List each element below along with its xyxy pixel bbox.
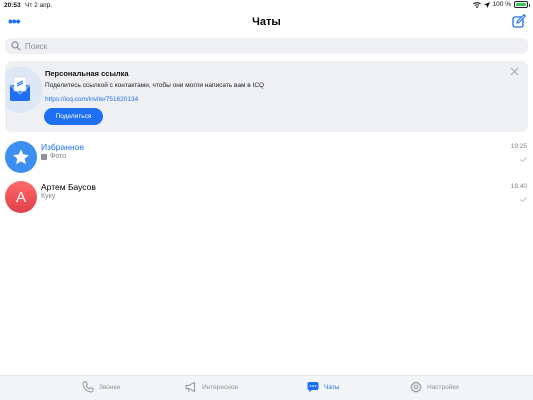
chat-preview: Фото [41,153,66,160]
close-icon[interactable] [510,67,519,76]
page-title: Чаты [252,16,281,28]
read-check-icon [520,157,527,162]
avatar: А [5,181,37,213]
tab-bar: Звонки Интересное Чаты Настройки [0,375,533,400]
tab-calls[interactable]: Звонки [82,381,120,393]
gear-icon [410,381,422,393]
banner-title: Персональная ссылка [45,69,129,78]
battery-icon [514,1,530,8]
chat-preview-text: Куку [41,193,56,200]
status-date: Чт 2 апр. [25,2,53,9]
chat-name: Избранное [41,142,85,152]
search-input[interactable]: Поиск [5,38,528,54]
compose-icon[interactable] [512,14,526,28]
status-indicators: 100 % [472,1,530,8]
search-icon [11,41,21,51]
read-check-icon [520,197,527,202]
tab-settings[interactable]: Настройки [410,381,459,393]
header: ••• Чаты [0,12,533,36]
location-icon [483,1,490,8]
chat-time: 18:40 [510,183,527,190]
avatar [5,141,37,173]
chat-name: Артем Баусов [41,182,96,192]
share-button[interactable]: Поделиться [44,108,103,125]
chat-row-artem[interactable]: А Артем Баусов Куку 18:40 [0,179,533,219]
invite-banner: Персональная ссылка Поделитесь ссылкой с… [5,61,528,132]
chat-bubble-icon [307,382,319,393]
chat-preview-text: Фото [50,153,67,160]
phone-icon [82,381,94,393]
envelope-link-icon [9,76,31,101]
search-placeholder: Поиск [25,41,48,51]
star-icon [13,149,29,165]
status-bar: 20:53 Чт 2 апр. 100 % [0,0,533,12]
status-time: 20:53 [4,2,21,9]
chat-row-favorites[interactable]: Избранное Фото 19:25 [0,139,533,179]
tab-chats[interactable]: Чаты [307,381,339,393]
wifi-icon [472,1,481,8]
tab-label: Интересное [202,383,239,391]
tab-label: Звонки [99,383,120,391]
battery-percent: 100 % [492,1,511,8]
invite-link[interactable]: https://icq.com/invite/751620134 [45,96,138,103]
tab-discover[interactable]: Интересное [185,381,238,393]
megaphone-icon [185,381,195,393]
tab-label: Чаты [324,383,340,391]
chat-preview: Куку [41,193,55,200]
tab-label: Настройки [427,383,459,391]
photo-icon [41,153,47,160]
banner-description: Поделитесь ссылкой с контактами, чтобы о… [45,82,265,89]
chat-time: 19:25 [510,143,527,150]
